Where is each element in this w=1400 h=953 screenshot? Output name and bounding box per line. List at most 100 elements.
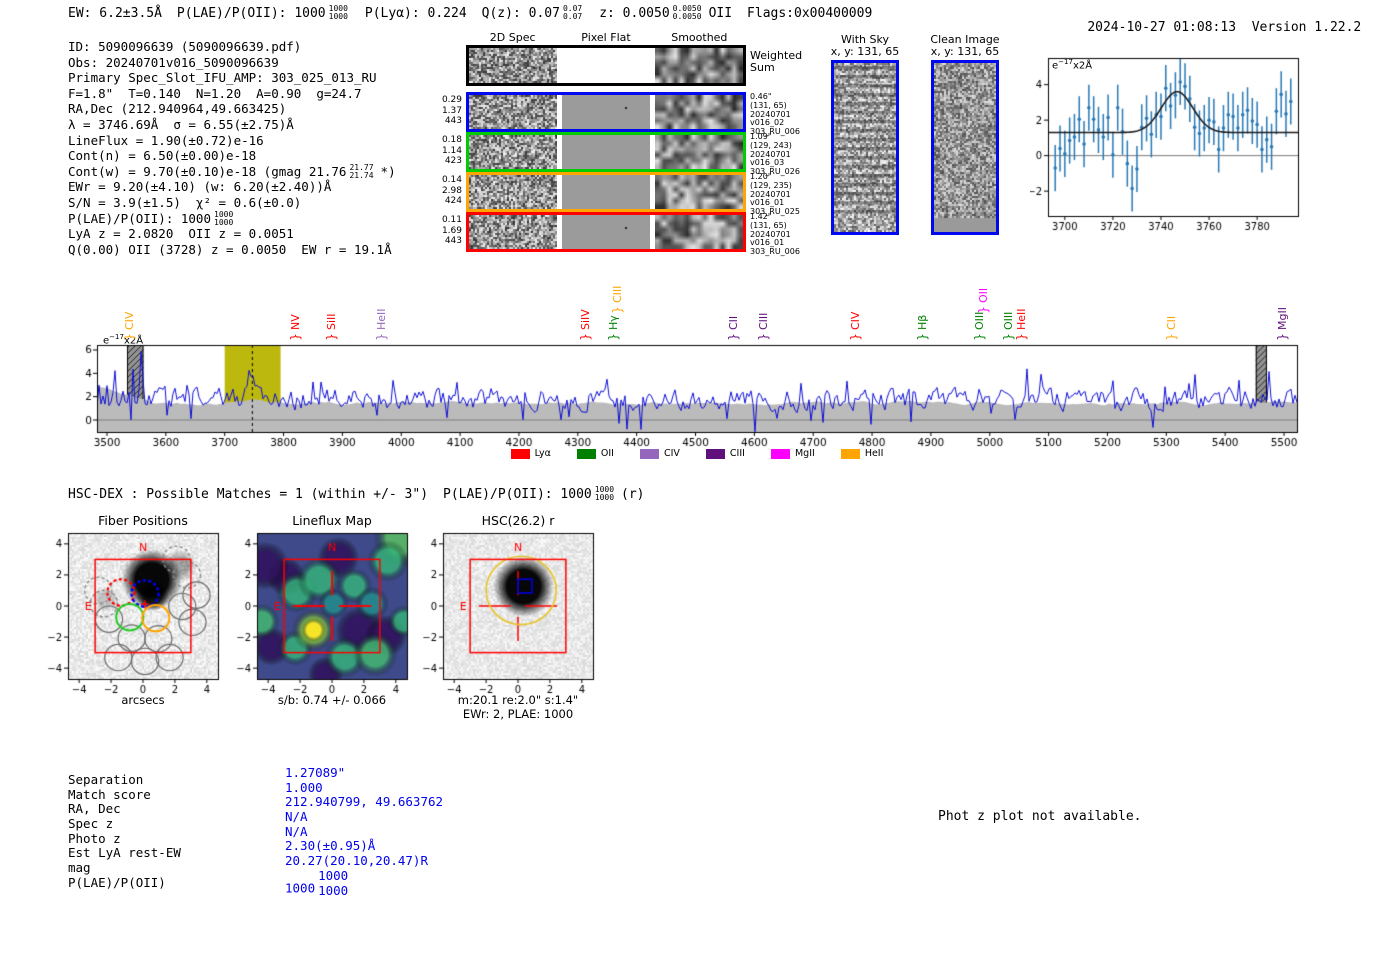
info-block: ID: 5090096639 (5090096639.pdf) Obs: 2024… [68, 39, 396, 257]
line-bracket: { [288, 333, 303, 341]
header-datetime-version: 2024-10-27 01:08:13 Version 1.22.2 [1056, 5, 1361, 50]
line-label-MgII: MgII [1275, 307, 1289, 330]
match-row-value: N/A [285, 824, 443, 840]
cutout-row-left-labels: 0.11 1.69 443 [440, 215, 462, 247]
cutout-left-value: 1.69 [441, 225, 462, 236]
text-part: P(LAE)/P(OII): 1000 1000 1000 (r) [443, 486, 644, 502]
line-label-HeII: HeII [1014, 308, 1028, 330]
report-version: Version 1.22.2 [1251, 20, 1362, 35]
cutout-row-left-labels: 0.29 1.37 443 [440, 95, 462, 127]
cutout-row [466, 132, 746, 172]
info-line-text: LyA z = 2.0820 OII z = 0.0051 [68, 226, 294, 242]
full-spectrum-plot [80, 338, 1305, 450]
legend-label: CIII [729, 448, 745, 459]
info-line-text: S/N = 3.9(±1.5) χ² = 0.6(±0.0) [68, 194, 302, 210]
legend-item-CIII: CIII [705, 448, 745, 459]
fraction-denominator: 1000 [328, 11, 348, 21]
info-line: Obs: 20240701v016_5090096639 [68, 55, 396, 71]
line-bracket: { [977, 306, 992, 314]
with-sky-title: With Sky x, y: 131, 65 [810, 34, 920, 58]
match-row-label: Spec z [68, 816, 114, 832]
legend-label: HeII [864, 448, 884, 459]
line-bracket: { [726, 333, 741, 341]
text-part-body: Q(z): 0.07 [481, 5, 560, 21]
cutout-2dspec-image [469, 215, 557, 249]
fraction-denominator: 0.07 [562, 11, 583, 21]
legend-label: Lyα [534, 448, 551, 459]
cutout-smoothed-image [655, 95, 743, 129]
annotation-exponent: −17 [1058, 58, 1073, 66]
cutout-2dspec-image [469, 48, 557, 83]
cutout-left-value: 424 [444, 196, 462, 206]
clean-image-image [934, 63, 996, 232]
info-line: Primary Spec_Slot_IFU_AMP: 303_025_013_R… [68, 70, 396, 86]
line-bracket: { [374, 333, 389, 341]
info-line-text: Primary Spec_Slot_IFU_AMP: 303_025_013_R… [68, 70, 377, 86]
fraction-denominator: 21.74 [349, 170, 374, 180]
text-part-tail: OII [708, 5, 733, 21]
hsc-cutout-xlabel: m:20.1 re:2.0" s:1.4" [457, 693, 579, 707]
line-bracket: { [757, 333, 772, 341]
clean-image-panel [931, 60, 999, 235]
stacked-fraction: 1000 1000 [214, 211, 233, 226]
text-part-body: HSC-DEX : Possible Matches = 1 (within +… [68, 486, 429, 502]
text-part-body: EW: 6.2±3.5Å [68, 5, 162, 21]
match-row-value: 1000 1000 1000 [285, 867, 443, 897]
fit-plot-units-annotation: e−17x2Å [1052, 58, 1092, 71]
cutout-row-left-labels: 0.18 1.14 423 [440, 135, 462, 167]
cutout-row-right-labels: 1.09" (129, 243) 20240701 v016_03 303_RU_026 [750, 132, 800, 177]
text-part-body: Flags:0x00400009 [747, 5, 873, 21]
with-sky-image [834, 63, 896, 232]
legend-item-HeII: HeII [840, 448, 884, 459]
match-row-value: 1.27089" [285, 765, 443, 781]
legend-item-MgII: MgII [770, 448, 815, 459]
line-label-OIII: OIII [1001, 311, 1015, 330]
with-sky-panel [831, 60, 899, 235]
info-line: EWr = 9.20(±4.10) (w: 6.20(±2.40))Å [68, 179, 396, 195]
elixer-report: EW: 6.2±3.5Å P(LAE)/P(OII): 1000 1000 1000 P… [0, 0, 1400, 953]
line-bracket: { [849, 333, 864, 341]
clean-image-title: Clean Image x, y: 131, 65 [910, 34, 1020, 58]
line-bracket: { [915, 333, 930, 341]
info-line: S/N = 3.9(±1.5) χ² = 0.6(±0.0) [68, 195, 396, 211]
info-line: P(LAE)/P(OII): 1000 1000 1000 [68, 211, 396, 227]
line-label-CIII: CIII [611, 285, 625, 303]
fraction-numerator: 1000 [318, 867, 349, 883]
text-part: Flags:0x00400009 [747, 6, 872, 21]
line-label-HeII: HeII [374, 308, 388, 330]
stacked-fraction: 21.77 21.74 [349, 164, 373, 179]
legend-swatch [770, 448, 790, 459]
fraction-denominator: 1000 [594, 492, 615, 502]
photz-note: Phot z plot not available. [938, 809, 1142, 824]
info-line-text: RA,Dec (212.940964,49.663425) [68, 101, 287, 117]
hsc-cutout-xlabel2: EWr: 2, PLAE: 1000 [462, 707, 574, 721]
spectrum-legend: Lyα OII CIV CIII MgII HeII [97, 448, 1297, 459]
cutout-row [466, 92, 746, 132]
info-line: Cont(n) = 6.50(±0.00)e-18 [68, 148, 396, 164]
text-part: P(LAE)/P(OII): 1000 1000 1000 [177, 5, 350, 21]
cutout-row [466, 212, 746, 252]
match-value-text: 2.30(±0.95)Å [285, 838, 376, 854]
hsc-cutout-title: HSC(26.2) r [481, 513, 555, 528]
cutout-left-value: 0.14 [441, 175, 462, 185]
line-label-CIV: CIV [122, 311, 136, 330]
cutout-row [466, 172, 746, 212]
info-line: LineFlux = 1.90(±0.72)e-16 [68, 133, 396, 149]
info-line: Q(0.00) OII (3728) z = 0.0050 EW r = 19.… [68, 242, 396, 258]
cutout-row-left-labels: 0.14 2.98 424 [440, 175, 462, 207]
legend-item-OII: OII [576, 448, 614, 459]
line-label-CII: CII [726, 315, 740, 330]
cutout-left-value: 0.11 [441, 215, 462, 225]
lineflux-map-title: Lineflux Map [292, 513, 372, 528]
line-label-Hβ: Hβ [915, 314, 929, 330]
match-row-value: 212.940799, 49.663762 [285, 795, 443, 810]
legend-item-Lyα: Lyα [510, 448, 551, 459]
stacked-fraction: 1000 1000 [329, 5, 348, 20]
cutout-left-value: 1.37 [441, 105, 462, 116]
line-label-SiIV: SiIV [579, 309, 593, 330]
cutout-left-value: 1.14 [441, 145, 462, 156]
lineflux-map-plot [235, 528, 413, 698]
match-row-label: Est LyA rest-EW [68, 845, 181, 861]
match-value-text: 1.27089" [285, 765, 346, 780]
